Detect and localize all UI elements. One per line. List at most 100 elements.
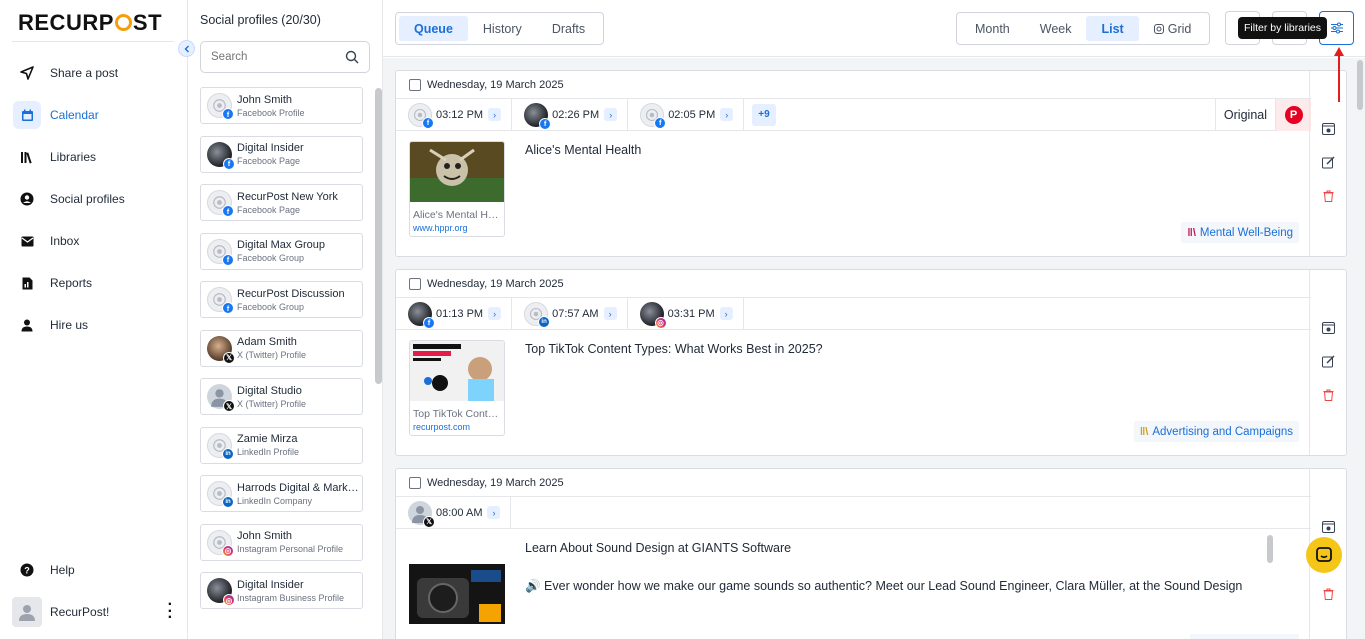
schedule-slot[interactable]: ◎ 03:31 PM › [628, 297, 744, 330]
post-select-checkbox[interactable] [409, 78, 421, 91]
user-account-row[interactable]: RecurPost! · · · [0, 591, 187, 633]
post-date: Wednesday, 19 March 2025 [427, 277, 564, 290]
user-menu-kebab-icon[interactable]: · · · [168, 597, 173, 626]
post-select-checkbox[interactable] [409, 277, 421, 290]
schedule-slot[interactable]: in 07:57 AM › [512, 297, 628, 330]
schedule-slot[interactable]: f 01:13 PM › [396, 297, 513, 330]
profile-avatar: ◎ [207, 529, 234, 557]
profile-search-box[interactable] [200, 41, 370, 73]
link-preview-card[interactable]: Top TikTok Content Typesrecurpost.com [409, 340, 505, 436]
nav-hire-us[interactable]: Hire us [0, 304, 187, 346]
chat-support-button[interactable] [1306, 537, 1342, 573]
profile-card[interactable]: ◎ John Smith Instagram Personal Profile [200, 523, 363, 561]
user-avatar [12, 597, 42, 627]
library-tag[interactable]: ǁ\Gaming updates [1190, 634, 1299, 639]
trash-icon [1323, 389, 1334, 401]
profile-avatar: f [207, 238, 234, 266]
schedule-slot[interactable]: f 02:26 PM › [512, 98, 629, 131]
schedule-slot[interactable]: f 02:05 PM › [628, 98, 745, 131]
link-preview-card[interactable]: Alice's Mental Health www.hppr.org [409, 141, 505, 237]
post-delete-button[interactable] [1321, 188, 1336, 203]
profile-card[interactable]: 𝕏 Digital Studio X (Twitter) Profile [200, 378, 363, 415]
chevron-right-icon[interactable]: › [487, 506, 501, 519]
search-icon[interactable] [345, 50, 359, 64]
nav-label: Reports [50, 276, 93, 290]
nav-label: Help [50, 563, 75, 577]
nav-social-profiles[interactable]: Social profiles [0, 178, 187, 220]
ig-network-icon: ◎ [223, 594, 235, 606]
library-tag[interactable]: ǁ\ Advertising and Campaigns [1133, 421, 1299, 442]
profile-card[interactable]: f John Smith Facebook Profile [200, 87, 363, 124]
chevron-right-icon[interactable]: › [604, 108, 618, 121]
link-preview-url[interactable]: www.hppr.org [410, 221, 504, 233]
profile-type: LinkedIn Profile [237, 447, 300, 457]
slot-time: 02:05 PM [668, 108, 716, 121]
user-avatar-icon [19, 605, 35, 621]
profile-type: LinkedIn Company [237, 495, 313, 506]
profile-avatar: ◎ [207, 578, 235, 606]
profile-card[interactable]: f Digital Insider Facebook Page [200, 135, 363, 173]
post-text-scrollbar[interactable] [1267, 535, 1273, 563]
profiles-scrollbar[interactable] [375, 88, 382, 384]
post-select-checkbox[interactable] [409, 476, 421, 489]
chevron-right-icon[interactable]: › [488, 307, 502, 320]
view-list[interactable]: List [1086, 16, 1139, 41]
recurpost-logo[interactable]: RECURP ST [18, 10, 162, 36]
more-profiles-badge[interactable]: +9 [752, 103, 776, 126]
post-preview-button[interactable] [1321, 121, 1336, 136]
profile-name: Digital Insider [237, 142, 304, 154]
post-edit-button[interactable] [1321, 155, 1336, 170]
profile-list: f John Smith Facebook Profile f Digital Insi… [200, 87, 363, 621]
collapse-sidebar-button[interactable] [178, 40, 195, 57]
profile-card[interactable]: in Harrods Digital & Marketing LinkedIn Co… [200, 475, 363, 512]
feed-scrollbar[interactable] [1357, 60, 1363, 110]
post-preview-button[interactable] [1321, 320, 1336, 335]
nav-inbox[interactable]: Inbox [0, 220, 187, 262]
profile-card[interactable]: in Zamie Mirza LinkedIn Profile [200, 426, 363, 464]
nav-libraries[interactable]: Libraries [0, 136, 187, 178]
chevron-right-icon[interactable]: › [488, 108, 502, 121]
post-preview-button[interactable] [1321, 519, 1336, 534]
schedule-slot[interactable]: 𝕏 08:00 AM › [396, 496, 512, 529]
view-grid[interactable]: Grid [1139, 16, 1207, 41]
ig-network-icon: ◎ [222, 544, 234, 557]
nav-share-a-post[interactable]: Share a post [0, 52, 187, 94]
post-delete-button[interactable] [1321, 586, 1336, 601]
post-delete-button[interactable] [1321, 387, 1336, 402]
post-edit-button[interactable] [1321, 354, 1336, 369]
tab-history[interactable]: History [468, 16, 537, 41]
view-month[interactable]: Month [960, 16, 1025, 41]
nav-help[interactable]: ? Help [0, 549, 187, 591]
tab-drafts[interactable]: Drafts [537, 16, 600, 41]
original-variant[interactable]: Original P [1214, 99, 1311, 131]
fb-network-icon: f [222, 253, 234, 266]
post-actions [1309, 270, 1346, 455]
profile-card[interactable]: 𝕏 Adam Smith X (Twitter) Profile [200, 329, 363, 367]
profile-avatar: 𝕏 [207, 335, 235, 364]
profile-card[interactable]: f RecurPost Discussion Facebook Group [200, 281, 363, 318]
social-profiles-panel: Social profiles (20/30) fJohn SmithFaceb… [188, 0, 383, 639]
link-preview-url[interactable]: recurpost.com [410, 420, 504, 432]
profile-search-input[interactable] [211, 51, 341, 63]
chevron-right-icon[interactable]: › [720, 108, 734, 121]
chevron-right-icon[interactable]: › [603, 307, 617, 320]
fb-network-icon: f [423, 316, 435, 329]
nav-calendar[interactable]: Calendar [0, 94, 187, 136]
trash-icon [1323, 190, 1334, 202]
hire-us-icon [21, 319, 33, 331]
profile-card[interactable]: ◎ Digital Insider Instagram Business Profi… [200, 572, 363, 609]
left-navigation: RECURP ST Share a post Calendar Libraries… [0, 0, 195, 639]
profile-name: John Smith [237, 93, 293, 106]
chevron-right-icon[interactable]: › [719, 307, 733, 320]
post-body: Alice's Mental Health www.hppr.org Alice's… [396, 131, 1311, 257]
library-tag[interactable]: ǁ\ Mental Well-Being [1181, 222, 1299, 243]
nav-reports[interactable]: Reports [0, 262, 187, 304]
view-week[interactable]: Week [1025, 16, 1087, 41]
schedule-slot[interactable]: f 03:12 PM › [396, 98, 513, 131]
tab-queue[interactable]: Queue [399, 16, 468, 41]
profile-avatar: 𝕏 [207, 384, 235, 412]
link-preview-card[interactable] [409, 539, 505, 639]
profile-card[interactable]: f RecurPost New York Facebook Page [200, 184, 363, 221]
edit-icon [1322, 355, 1335, 368]
profile-card[interactable]: f Digital Max Group Facebook Group [200, 232, 363, 270]
